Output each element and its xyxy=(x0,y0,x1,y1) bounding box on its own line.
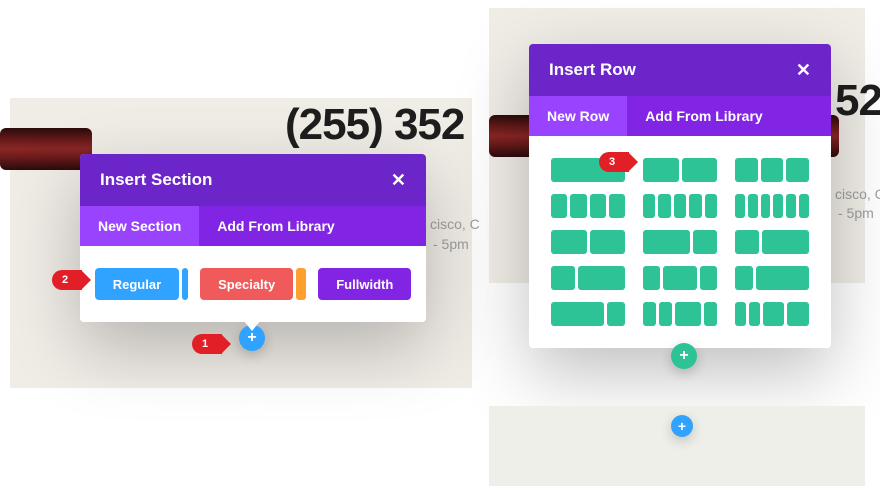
hours-fragment: - 5pm xyxy=(433,236,469,252)
insert-row-modal: Insert Row ✕ New Row Add From Library xyxy=(529,44,831,348)
fullwidth-section-button[interactable]: Fullwidth xyxy=(318,268,411,300)
modal-tabs: New Section Add From Library xyxy=(80,206,426,246)
row-layout-1-1-1w[interactable] xyxy=(643,266,717,290)
modal-title: Insert Row xyxy=(549,60,636,80)
close-icon[interactable]: ✕ xyxy=(796,61,811,79)
row-layout-3col[interactable] xyxy=(735,158,809,182)
close-icon[interactable]: ✕ xyxy=(391,171,406,189)
specialty-stub-icon xyxy=(296,268,306,300)
modal-header: Insert Row ✕ xyxy=(529,44,831,96)
row-layout-1-1[interactable] xyxy=(551,230,625,254)
row-layout-3-1[interactable] xyxy=(551,302,625,326)
add-section-plus-icon[interactable]: + xyxy=(239,325,265,351)
tab-new-section[interactable]: New Section xyxy=(80,206,199,246)
add-section-plus-icon[interactable]: + xyxy=(671,415,693,437)
annotation-callout-2: 2 xyxy=(52,270,82,290)
tab-add-from-library[interactable]: Add From Library xyxy=(199,206,352,246)
row-layout-2-1[interactable] xyxy=(643,230,717,254)
row-layout-grid xyxy=(529,136,831,348)
regular-label: Regular xyxy=(95,268,179,300)
phone-number-fragment: (255) 352 xyxy=(285,100,464,150)
regular-section-button[interactable]: Regular xyxy=(95,268,188,300)
specialty-section-button[interactable]: Specialty xyxy=(200,268,306,300)
modal-header: Insert Section ✕ xyxy=(80,154,426,206)
annotation-callout-3: 3 xyxy=(599,152,629,172)
specialty-label: Specialty xyxy=(200,268,293,300)
row-layout-1-1-2-2[interactable] xyxy=(735,302,809,326)
row-layout-6col[interactable] xyxy=(735,194,809,218)
hours-fragment: - 5pm xyxy=(838,205,874,221)
regular-stub-icon xyxy=(182,268,188,300)
row-layout-1-1-1-1w[interactable] xyxy=(643,302,717,326)
phone-number-fragment: 52 xyxy=(835,76,880,126)
row-layout-1-3[interactable] xyxy=(735,266,809,290)
modal-body: Regular Specialty Fullwidth xyxy=(80,246,426,322)
annotation-callout-1: 1 xyxy=(192,334,222,354)
row-layout-1-2[interactable] xyxy=(735,230,809,254)
row-layout-1-2b[interactable] xyxy=(551,266,625,290)
address-fragment: cisco, C xyxy=(835,186,880,202)
insert-section-modal: Insert Section ✕ New Section Add From Li… xyxy=(80,154,426,322)
modal-tabs: New Row Add From Library xyxy=(529,96,831,136)
tab-add-from-library[interactable]: Add From Library xyxy=(627,96,780,136)
row-layout-4col[interactable] xyxy=(551,194,625,218)
row-layout-2col[interactable] xyxy=(643,158,717,182)
add-row-plus-icon[interactable]: + xyxy=(671,343,697,369)
product-image-fragment xyxy=(0,128,92,170)
modal-title: Insert Section xyxy=(100,170,212,190)
address-fragment: cisco, C xyxy=(430,216,480,232)
tab-new-row[interactable]: New Row xyxy=(529,96,627,136)
row-layout-5col[interactable] xyxy=(643,194,717,218)
